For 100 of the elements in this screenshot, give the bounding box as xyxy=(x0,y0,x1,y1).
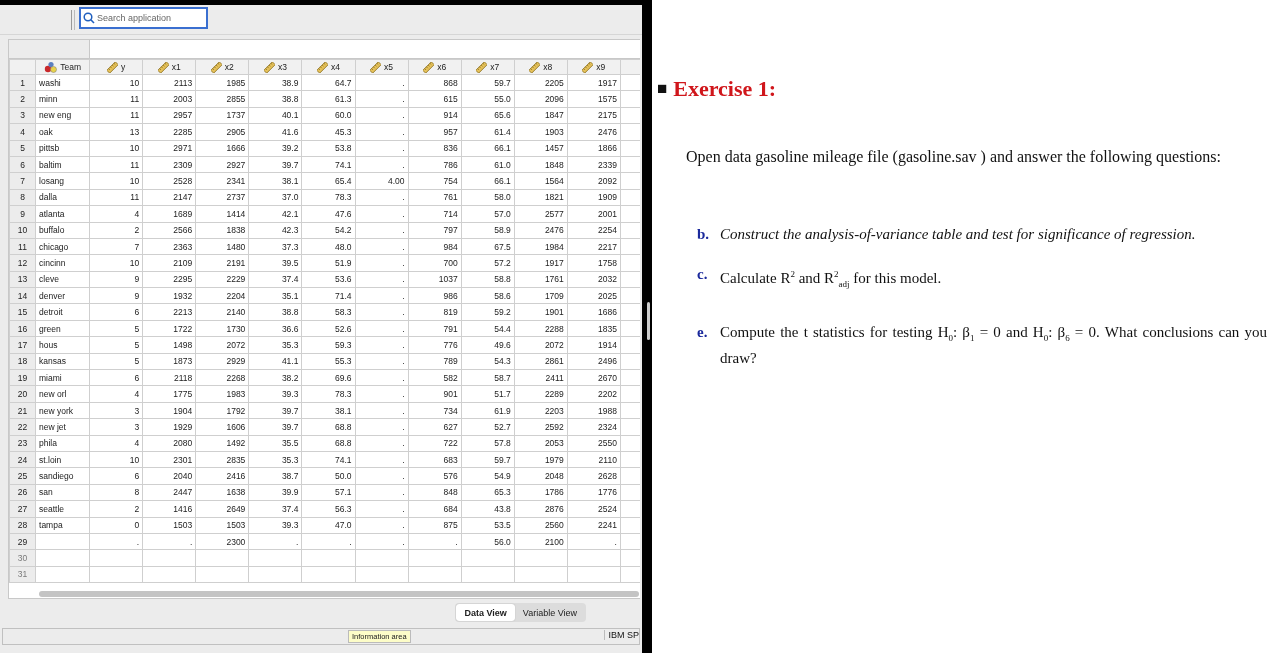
table-cell[interactable]: 2324 xyxy=(567,418,621,436)
table-cell[interactable]: 714 xyxy=(408,205,462,222)
table-cell[interactable]: . xyxy=(355,222,409,239)
table-cell[interactable]: 6 xyxy=(89,369,143,386)
table-cell[interactable]: . xyxy=(301,533,355,550)
table-cell[interactable]: 38.1 xyxy=(301,402,355,419)
table-cell[interactable]: 2229 xyxy=(195,271,249,288)
view-tab[interactable]: Data View xyxy=(456,604,515,621)
table-cell[interactable]: 754 xyxy=(408,172,462,190)
table-cell[interactable]: . xyxy=(355,385,409,403)
table-cell[interactable]: 2592 xyxy=(514,418,568,436)
table-cell[interactable]: st.loin xyxy=(35,451,90,468)
table-cell[interactable]: 1904 xyxy=(142,402,196,419)
table-cell[interactable]: 2025 xyxy=(567,287,621,304)
table-cell[interactable]: 2560 xyxy=(514,517,568,534)
table-cell[interactable]: 2416 xyxy=(195,467,249,485)
table-cell[interactable]: 4.00 xyxy=(355,172,409,190)
table-cell[interactable]: . xyxy=(355,205,409,222)
table-cell[interactable]: 1917 xyxy=(567,74,621,91)
vertical-scrollbar[interactable] xyxy=(647,302,650,340)
table-cell[interactable]: 38.1 xyxy=(248,172,302,190)
table-cell[interactable]: 1903 xyxy=(514,123,568,141)
table-cell[interactable]: 40.1 xyxy=(248,107,302,124)
table-cell[interactable]: 36.6 xyxy=(248,320,302,337)
table-cell[interactable]: 48.0 xyxy=(301,238,355,255)
table-cell[interactable]: 2175 xyxy=(567,107,621,124)
table-cell[interactable]: . xyxy=(355,353,409,370)
table-cell[interactable]: 38.8 xyxy=(248,303,302,321)
table-cell[interactable]: 68.8 xyxy=(301,418,355,436)
table-cell[interactable]: 59.2 xyxy=(461,303,515,321)
table-cell[interactable]: 2100 xyxy=(514,533,568,550)
table-cell[interactable]: denver xyxy=(35,287,90,304)
table-cell[interactable]: . xyxy=(355,484,409,501)
table-cell[interactable]: 836 xyxy=(408,140,462,157)
table-cell[interactable]: losang xyxy=(35,172,90,190)
table-cell[interactable]: 39.3 xyxy=(248,517,302,534)
table-cell[interactable]: 2032 xyxy=(567,271,621,288)
table-cell[interactable]: 61.9 xyxy=(461,402,515,419)
table-cell[interactable]: dalla xyxy=(35,189,90,206)
table-cell[interactable]: . xyxy=(355,402,409,419)
table-cell[interactable]: 54.4 xyxy=(461,320,515,337)
table-cell[interactable]: 11 xyxy=(89,90,143,108)
table-cell[interactable]: 2285 xyxy=(142,123,196,141)
table-cell[interactable]: 8 xyxy=(89,484,143,501)
table-cell[interactable]: . xyxy=(355,107,409,124)
table-cell[interactable]: 2241 xyxy=(567,517,621,534)
table-cell[interactable]: 1758 xyxy=(567,254,621,272)
table-cell[interactable]: 2118 xyxy=(142,369,196,386)
table-cell[interactable]: 986 xyxy=(408,287,462,304)
column-header[interactable]: x5 xyxy=(355,59,409,75)
column-header[interactable]: x6 xyxy=(408,59,462,75)
table-cell[interactable]: 2268 xyxy=(195,369,249,386)
table-cell[interactable]: new york xyxy=(35,402,90,419)
table-cell[interactable]: 4 xyxy=(89,435,143,452)
table-cell[interactable]: 791 xyxy=(408,320,462,337)
table-cell[interactable]: 1686 xyxy=(567,303,621,321)
table-cell[interactable]: 39.3 xyxy=(248,385,302,403)
table-cell[interactable]: 1492 xyxy=(195,435,249,452)
table-cell[interactable]: 35.3 xyxy=(248,451,302,468)
table-cell[interactable]: 2300 xyxy=(195,533,249,550)
table-cell[interactable]: minn xyxy=(35,90,90,108)
table-cell[interactable]: 2254 xyxy=(567,222,621,239)
table-cell[interactable]: . xyxy=(355,451,409,468)
table-cell[interactable]: 55.3 xyxy=(301,353,355,370)
table-cell[interactable]: 2001 xyxy=(567,205,621,222)
table-cell[interactable]: 10 xyxy=(89,140,143,157)
table-cell[interactable]: 2929 xyxy=(195,353,249,370)
table-cell[interactable]: . xyxy=(355,467,409,485)
table-cell[interactable]: 42.1 xyxy=(248,205,302,222)
table-cell[interactable]: pittsb xyxy=(35,140,90,157)
table-cell[interactable]: 54.9 xyxy=(461,467,515,485)
table-cell[interactable]: . xyxy=(355,74,409,91)
table-cell[interactable]: 2 xyxy=(89,222,143,239)
table-cell[interactable]: 58.0 xyxy=(461,189,515,206)
table-cell[interactable]: . xyxy=(567,533,621,550)
table-cell[interactable]: buffalo xyxy=(35,222,90,239)
table-cell[interactable]: 1480 xyxy=(195,238,249,255)
table-cell[interactable]: 2072 xyxy=(514,336,568,354)
table-cell[interactable]: 875 xyxy=(408,517,462,534)
table-cell[interactable]: 50.0 xyxy=(301,467,355,485)
table-cell[interactable]: 2649 xyxy=(195,500,249,518)
table-cell[interactable]: 2447 xyxy=(142,484,196,501)
table-cell[interactable]: 1909 xyxy=(567,189,621,206)
table-cell[interactable]: 61.4 xyxy=(461,123,515,141)
table-cell[interactable]: . xyxy=(355,320,409,337)
table-cell[interactable]: 56.3 xyxy=(301,500,355,518)
table-cell[interactable]: 49.6 xyxy=(461,336,515,354)
table-cell[interactable]: cincinn xyxy=(35,254,90,272)
table-cell[interactable]: 11 xyxy=(89,107,143,124)
table-cell[interactable]: 74.1 xyxy=(301,156,355,173)
table-cell[interactable]: 684 xyxy=(408,500,462,518)
column-header[interactable]: x1 xyxy=(142,59,196,75)
table-cell[interactable]: 2203 xyxy=(514,402,568,419)
table-cell[interactable]: 1929 xyxy=(142,418,196,436)
table-cell[interactable]: 2109 xyxy=(142,254,196,272)
table-cell[interactable]: oak xyxy=(35,123,90,141)
column-header[interactable]: x2 xyxy=(195,59,249,75)
table-cell[interactable]: 2411 xyxy=(514,369,568,386)
table-cell[interactable]: 2288 xyxy=(514,320,568,337)
table-cell[interactable]: 957 xyxy=(408,123,462,141)
